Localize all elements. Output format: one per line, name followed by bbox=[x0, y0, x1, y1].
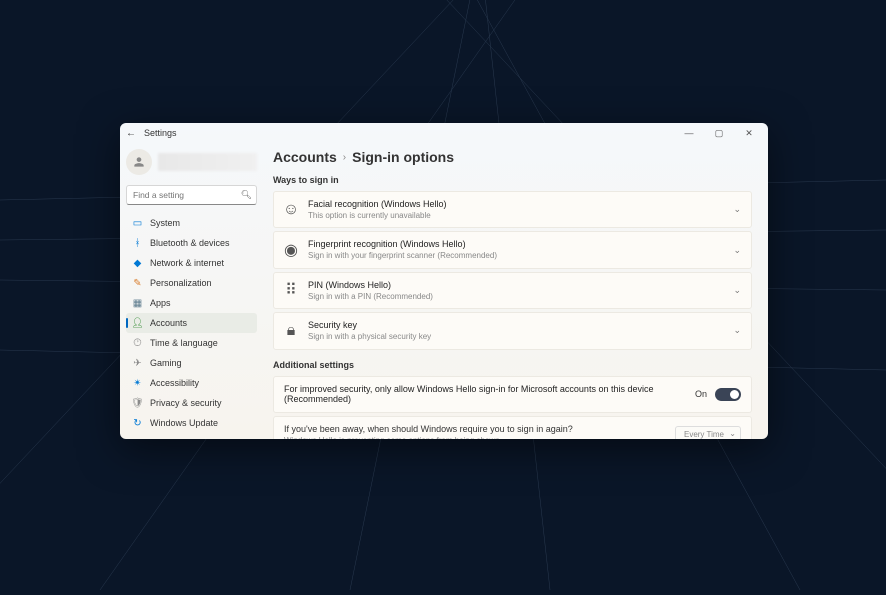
sidebar-item-bluetooth[interactable]: ᚼBluetooth & devices bbox=[126, 233, 257, 253]
accessibility-icon: ✴︎ bbox=[132, 378, 143, 389]
sidebar: 🔍︎ ▭System ᚼBluetooth & devices ◆Network… bbox=[120, 143, 263, 439]
section-ways-to-sign-in: Ways to sign in bbox=[273, 175, 752, 185]
gaming-icon: ✈︎ bbox=[132, 358, 143, 369]
clock-icon: 🕐︎ bbox=[132, 338, 143, 349]
sidebar-item-time[interactable]: 🕐︎Time & language bbox=[126, 333, 257, 353]
key-icon: 🔒︎ bbox=[284, 324, 298, 338]
face-icon: ☺︎ bbox=[284, 203, 298, 217]
breadcrumb-parent[interactable]: Accounts bbox=[273, 149, 337, 165]
search-input[interactable] bbox=[126, 185, 257, 205]
require-signin-dropdown[interactable]: Every Time bbox=[675, 426, 741, 439]
maximize-button[interactable]: ▢ bbox=[704, 128, 734, 139]
avatar bbox=[126, 149, 152, 175]
window-title: Settings bbox=[144, 128, 177, 138]
chevron-down-icon: ⌄ bbox=[733, 204, 741, 215]
main-content[interactable]: Accounts › Sign-in options Ways to sign … bbox=[263, 143, 768, 439]
pin-icon: ⠿ bbox=[284, 283, 298, 297]
section-additional: Additional settings bbox=[273, 360, 752, 370]
settings-window: ← Settings — ▢ ✕ 🔍︎ ▭System ᚼBluetooth &… bbox=[120, 123, 768, 439]
minimize-button[interactable]: — bbox=[674, 128, 704, 138]
chevron-down-icon: ⌄ bbox=[733, 245, 741, 256]
back-button[interactable]: ← bbox=[124, 128, 138, 139]
person-icon: 👤︎ bbox=[132, 318, 143, 329]
toggle-state-label: On bbox=[695, 389, 707, 399]
user-name bbox=[158, 153, 257, 171]
sidebar-item-personalization[interactable]: ✎Personalization bbox=[126, 273, 257, 293]
page-title: Sign-in options bbox=[352, 149, 454, 165]
option-require-signin[interactable]: If you've been away, when should Windows… bbox=[273, 416, 752, 439]
display-icon: ▭ bbox=[132, 218, 143, 229]
apps-icon: ▦ bbox=[132, 298, 143, 309]
close-button[interactable]: ✕ bbox=[734, 128, 764, 139]
search-icon: 🔍︎ bbox=[241, 190, 252, 201]
chevron-down-icon: ⌄ bbox=[733, 325, 741, 336]
sidebar-item-privacy[interactable]: 🛡︎Privacy & security bbox=[126, 393, 257, 413]
option-facial-recognition[interactable]: ☺︎ Facial recognition (Windows Hello) Th… bbox=[273, 191, 752, 228]
option-security-key[interactable]: 🔒︎ Security key Sign in with a physical … bbox=[273, 312, 752, 349]
sidebar-item-windows-update[interactable]: ↻Windows Update bbox=[126, 413, 257, 433]
sidebar-item-accessibility[interactable]: ✴︎Accessibility bbox=[126, 373, 257, 393]
toggle-switch[interactable] bbox=[715, 388, 741, 401]
sidebar-item-apps[interactable]: ▦Apps bbox=[126, 293, 257, 313]
brush-icon: ✎ bbox=[132, 278, 143, 289]
sidebar-item-network[interactable]: ◆Network & internet bbox=[126, 253, 257, 273]
wifi-icon: ◆ bbox=[132, 258, 143, 269]
option-fingerprint[interactable]: ◉ Fingerprint recognition (Windows Hello… bbox=[273, 231, 752, 268]
bluetooth-icon: ᚼ bbox=[132, 238, 143, 249]
sidebar-item-system[interactable]: ▭System bbox=[126, 213, 257, 233]
chevron-down-icon: ⌄ bbox=[733, 285, 741, 296]
option-pin[interactable]: ⠿ PIN (Windows Hello) Sign in with a PIN… bbox=[273, 272, 752, 309]
fingerprint-icon: ◉ bbox=[284, 243, 298, 257]
titlebar: ← Settings — ▢ ✕ bbox=[120, 123, 768, 143]
user-row[interactable] bbox=[126, 147, 257, 177]
search-box[interactable]: 🔍︎ bbox=[126, 185, 257, 205]
chevron-right-icon: › bbox=[343, 152, 346, 163]
option-hello-only[interactable]: For improved security, only allow Window… bbox=[273, 376, 752, 414]
breadcrumb: Accounts › Sign-in options bbox=[273, 149, 752, 165]
shield-icon: 🛡︎ bbox=[132, 398, 143, 409]
nav-list: ▭System ᚼBluetooth & devices ◆Network & … bbox=[126, 213, 257, 433]
sidebar-item-gaming[interactable]: ✈︎Gaming bbox=[126, 353, 257, 373]
update-icon: ↻ bbox=[132, 418, 143, 429]
sidebar-item-accounts[interactable]: 👤︎Accounts bbox=[126, 313, 257, 333]
